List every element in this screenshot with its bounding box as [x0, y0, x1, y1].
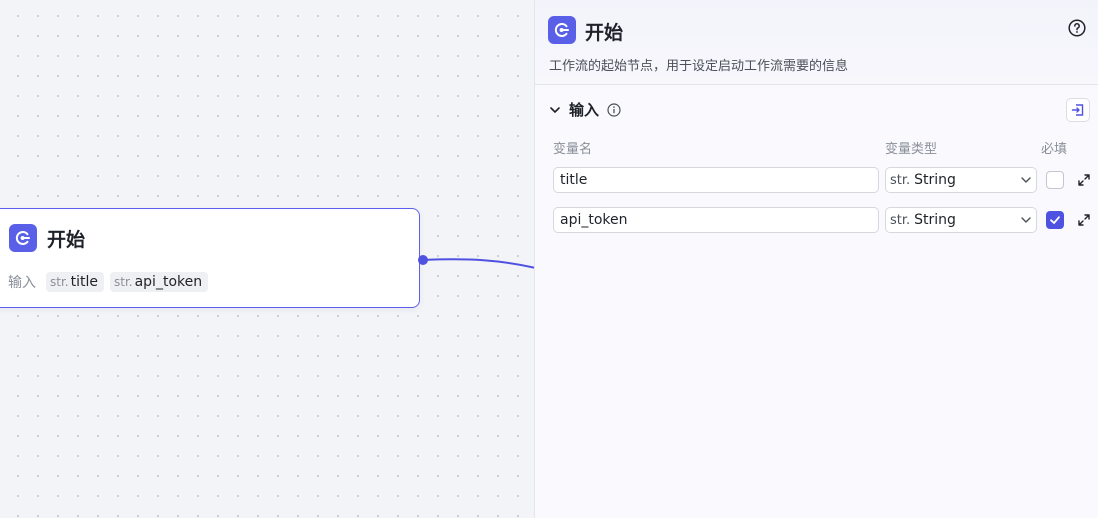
- variable-type-select[interactable]: str. String: [885, 207, 1037, 233]
- collapse-panel-icon: [1071, 104, 1084, 116]
- chevron-down-icon: [550, 106, 560, 113]
- node-config-panel: 开始 工作流的起始节点，用于设定启动工作流需要的信息 输入 变量名 变量类型 必…: [534, 0, 1098, 518]
- required-checkbox[interactable]: [1046, 211, 1064, 229]
- node-title: 开始: [47, 229, 86, 251]
- connection-edge[interactable]: [420, 250, 536, 280]
- inputs-section-toggle[interactable]: 输入: [549, 99, 621, 120]
- start-node-icon: [9, 224, 37, 252]
- panel-description: 工作流的起始节点，用于设定启动工作流需要的信息: [549, 59, 849, 74]
- chevron-down-icon: [1021, 177, 1031, 183]
- node-input-chip: str. title: [46, 272, 104, 292]
- help-icon[interactable]: [1068, 19, 1086, 37]
- check-icon: [1050, 216, 1060, 224]
- start-node[interactable]: 开始 输入 str. title str. api_token: [0, 208, 420, 308]
- chevron-down-icon: [1021, 217, 1031, 223]
- column-header-type: 变量类型: [885, 142, 938, 157]
- node-inputs: 输入 str. title str. api_token: [8, 272, 209, 292]
- variable-row: str. String: [552, 167, 1092, 195]
- panel-title: 开始: [585, 22, 624, 44]
- expand-icon[interactable]: [1077, 173, 1091, 187]
- node-input-chip: str. api_token: [109, 272, 209, 292]
- info-icon[interactable]: [607, 102, 621, 117]
- type-value: String: [914, 212, 956, 228]
- node-input-label: 输入: [8, 275, 36, 291]
- collapse-panel-button[interactable]: [1066, 98, 1090, 122]
- type-prefix: str.: [890, 172, 911, 188]
- type-value: String: [914, 172, 956, 188]
- chip-type: str.: [50, 275, 69, 289]
- output-port[interactable]: [418, 255, 428, 265]
- column-header-name: 变量名: [553, 142, 593, 157]
- required-checkbox[interactable]: [1046, 171, 1064, 189]
- variable-row: str. String: [552, 207, 1092, 235]
- column-header-required: 必填: [1041, 142, 1068, 157]
- variable-name-input[interactable]: [553, 167, 879, 193]
- type-prefix: str.: [890, 212, 911, 228]
- section-title: 输入: [569, 101, 600, 119]
- chip-name: api_token: [134, 274, 203, 290]
- start-node-icon: [548, 16, 576, 44]
- variable-name-input[interactable]: [553, 207, 879, 233]
- variable-type-select[interactable]: str. String: [885, 167, 1037, 193]
- panel-header: 开始 工作流的起始节点，用于设定启动工作流需要的信息: [535, 0, 1098, 85]
- chip-type: str.: [113, 275, 133, 289]
- expand-icon[interactable]: [1077, 213, 1091, 227]
- chip-name: title: [70, 274, 98, 290]
